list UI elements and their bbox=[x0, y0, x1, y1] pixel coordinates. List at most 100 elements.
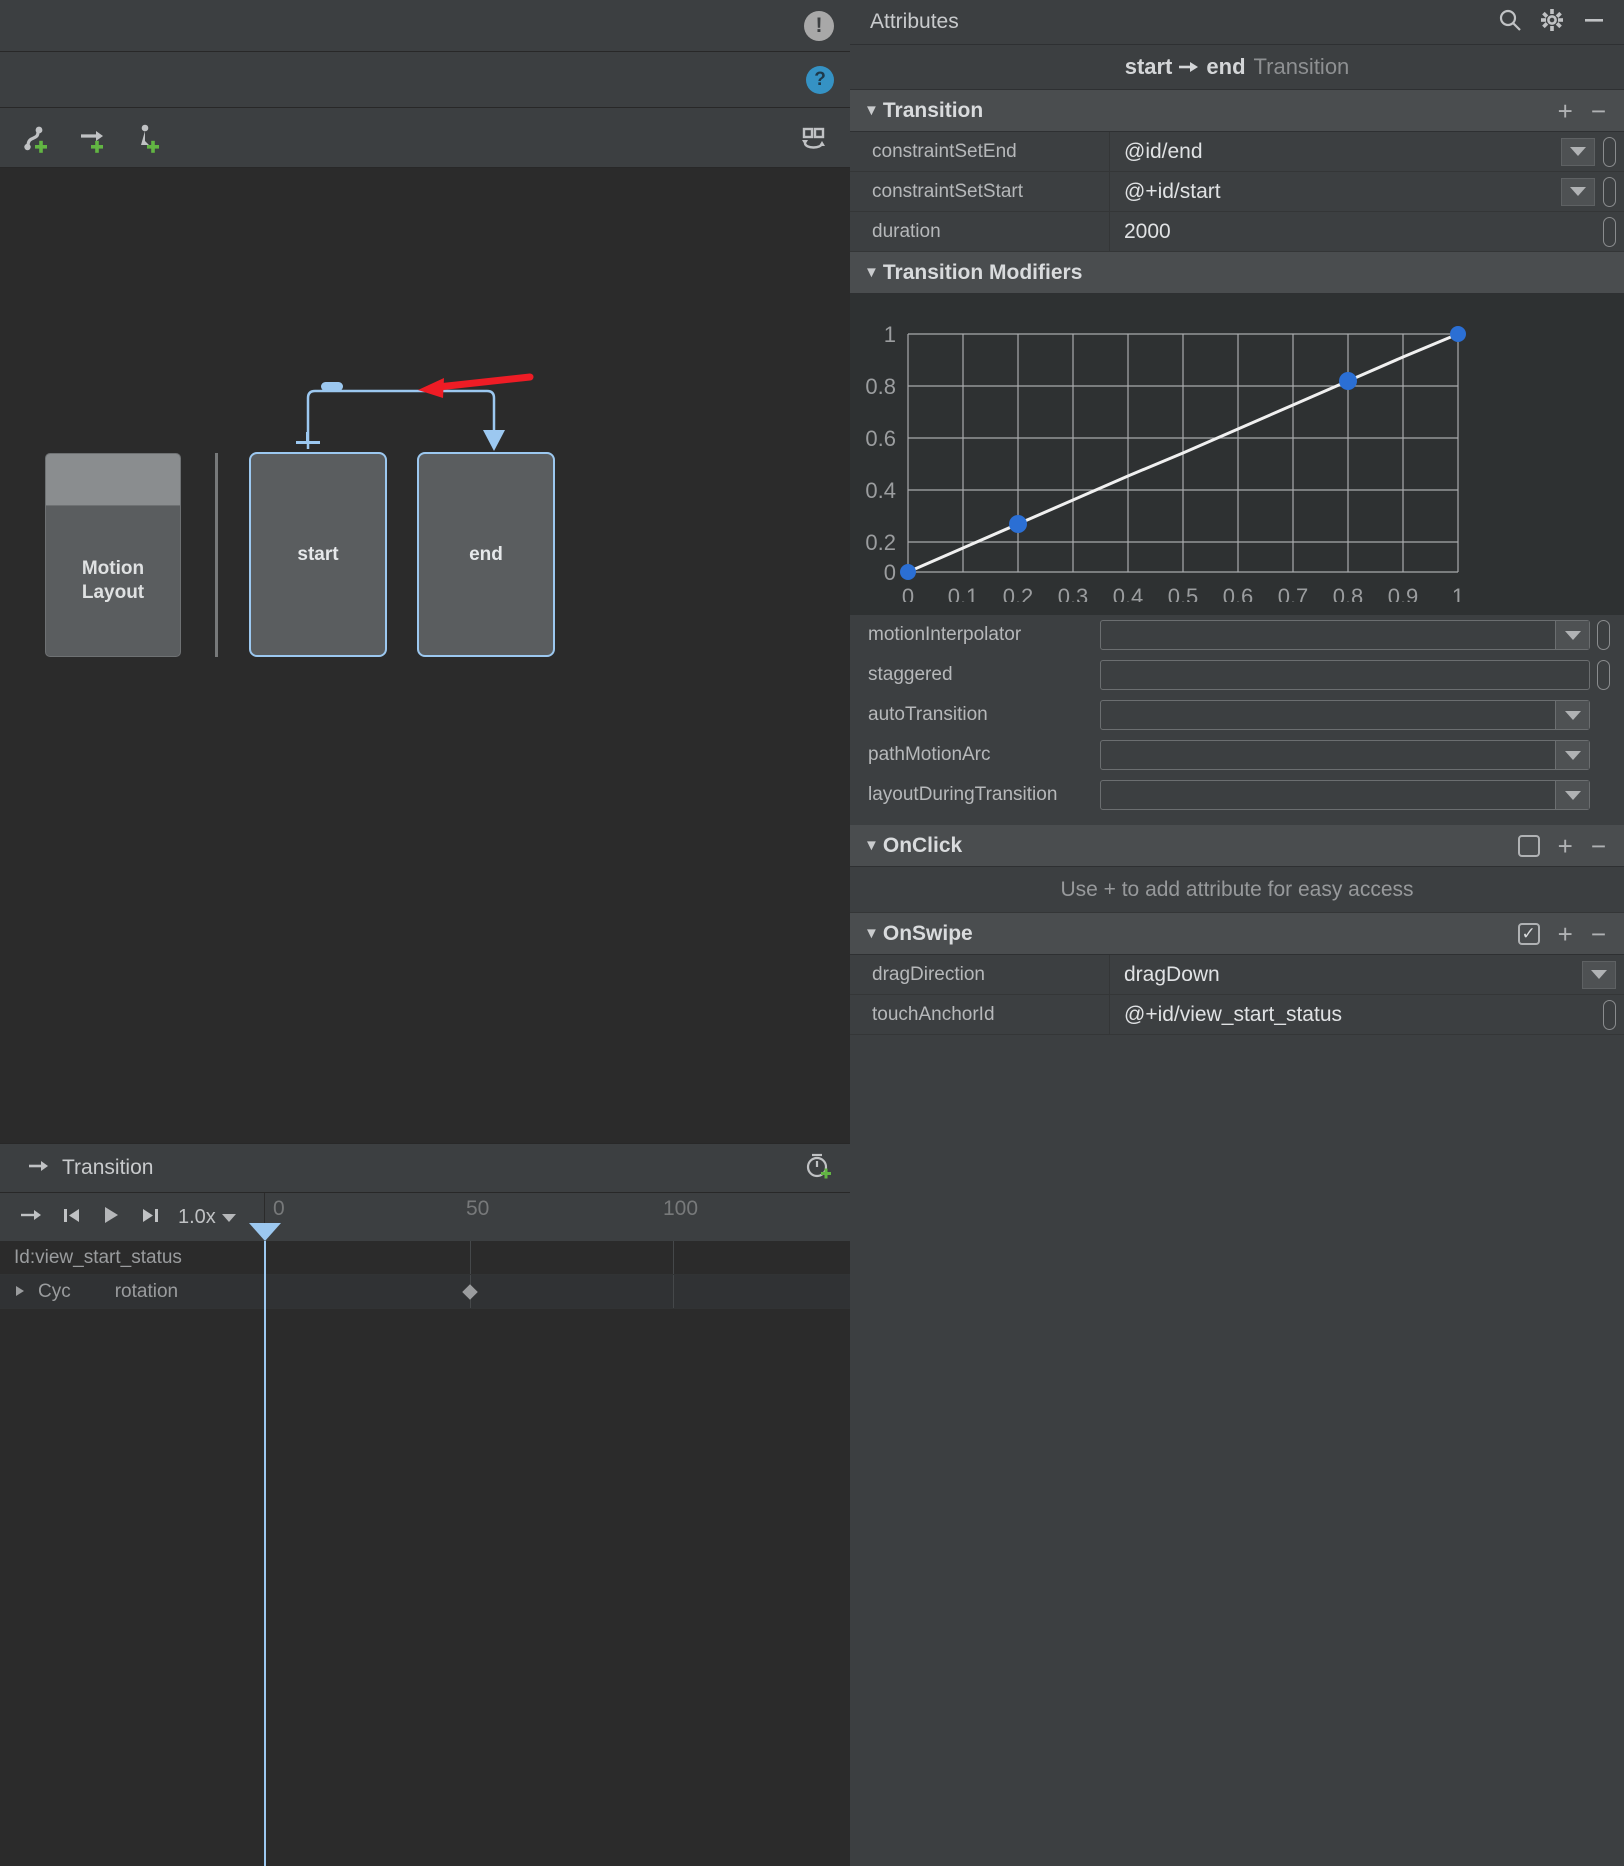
collapse-triangle-icon[interactable]: ▼ bbox=[864, 925, 879, 942]
add-keyframe-icon[interactable] bbox=[804, 1151, 834, 1186]
attribute-field-autoTransition[interactable]: autoTransition bbox=[850, 695, 1624, 735]
timeline-ruler[interactable]: 0 50 100 bbox=[265, 1193, 850, 1241]
attribute-input[interactable] bbox=[1100, 740, 1590, 770]
skip-next-icon[interactable] bbox=[140, 1205, 160, 1230]
attribute-value[interactable]: dragDown bbox=[1110, 955, 1582, 994]
playback-speed-selector[interactable]: 1.0x bbox=[178, 1206, 236, 1229]
attribute-indicator[interactable] bbox=[1603, 999, 1616, 1030]
attribute-value[interactable]: @id/end bbox=[1110, 132, 1561, 171]
constraint-set-end[interactable]: end bbox=[417, 452, 555, 657]
create-on-click-icon[interactable] bbox=[132, 121, 166, 155]
playback-speed-value: 1.0x bbox=[178, 1205, 216, 1228]
attribute-input[interactable] bbox=[1100, 700, 1590, 730]
playhead-handle[interactable] bbox=[249, 1223, 281, 1241]
attribute-row-touchAnchorId[interactable]: touchAnchorId @+id/view_start_status bbox=[850, 995, 1624, 1035]
attribute-row-constraintSetStart[interactable]: constraintSetStart @+id/start bbox=[850, 172, 1624, 212]
refresh-icon[interactable] bbox=[796, 121, 830, 155]
dropdown-button[interactable] bbox=[1555, 781, 1589, 809]
timeline-row-cyc-rotation[interactable]: Cyc rotation bbox=[0, 1275, 850, 1309]
attribute-row-constraintSetEnd[interactable]: constraintSetEnd @id/end bbox=[850, 132, 1624, 172]
dropdown-button[interactable] bbox=[1555, 701, 1589, 729]
control-point-2 bbox=[1339, 372, 1357, 390]
constraint-set-start[interactable]: start bbox=[249, 452, 387, 657]
section-header-transition[interactable]: ▼ Transition + − bbox=[850, 90, 1624, 132]
attribute-input[interactable] bbox=[1100, 620, 1590, 650]
timeline-row-attribute: rotation bbox=[114, 1280, 179, 1302]
create-constraint-set-icon[interactable] bbox=[20, 121, 54, 155]
attribute-row-duration[interactable]: duration 2000 bbox=[850, 212, 1624, 252]
play-icon[interactable] bbox=[100, 1204, 122, 1231]
attribute-value[interactable]: @+id/view_start_status bbox=[1110, 995, 1603, 1034]
timeline-row-track-cyc[interactable] bbox=[265, 1275, 850, 1308]
add-attribute-button-transition[interactable]: + bbox=[1558, 98, 1573, 124]
motion-canvas[interactable]: Motion Layout start end bbox=[0, 168, 850, 1143]
onclick-hint-text: Use + to add attribute for easy access bbox=[1060, 877, 1414, 901]
attribute-field-pathMotionArc[interactable]: pathMotionArc bbox=[850, 735, 1624, 775]
add-attribute-button-onclick[interactable]: + bbox=[1558, 833, 1573, 859]
attribute-indicator[interactable] bbox=[1603, 176, 1616, 207]
section-header-onswipe[interactable]: ▼ OnSwipe ✓ + − bbox=[850, 913, 1624, 955]
search-icon[interactable] bbox=[1498, 8, 1522, 37]
attribute-input[interactable] bbox=[1100, 660, 1590, 690]
attribute-field-layoutDuringTransition[interactable]: layoutDuringTransition bbox=[850, 775, 1624, 815]
collapse-triangle-icon[interactable]: ▼ bbox=[864, 102, 879, 119]
add-attribute-button-onswipe[interactable]: + bbox=[1558, 921, 1573, 947]
remove-attribute-button-transition[interactable]: − bbox=[1591, 98, 1606, 124]
svg-text:0.2: 0.2 bbox=[865, 530, 896, 555]
dropdown-button[interactable] bbox=[1555, 621, 1589, 649]
section-title-onclick: OnClick bbox=[882, 833, 963, 857]
attribute-key: constraintSetEnd bbox=[850, 132, 1110, 171]
warning-icon[interactable]: ! bbox=[804, 10, 834, 41]
interpolator-chart-svg[interactable]: 1 0.8 0.6 0.4 0.2 0 0 0.1 0.2 0.3 0.4 0.… bbox=[850, 312, 1624, 609]
svg-text:0.7: 0.7 bbox=[1278, 584, 1309, 602]
subtitle-suffix: Transition bbox=[1253, 54, 1350, 79]
svg-text:1: 1 bbox=[884, 322, 896, 347]
timeline-rows: Id:view_start_status Cyc rotation bbox=[0, 1223, 850, 1866]
create-transition-icon[interactable] bbox=[76, 121, 110, 155]
attribute-value[interactable]: @+id/start bbox=[1110, 172, 1561, 211]
motion-layout-label: Motion Layout bbox=[46, 506, 180, 656]
attribute-input[interactable] bbox=[1100, 780, 1590, 810]
expand-triangle-icon[interactable] bbox=[14, 1281, 26, 1303]
motion-editor-window: ! ? Motion Layout start end Transition 1… bbox=[0, 0, 1624, 1866]
transport-controls: 1.0x bbox=[0, 1193, 265, 1241]
remove-attribute-button-onclick[interactable]: − bbox=[1591, 833, 1606, 859]
dropdown-button[interactable] bbox=[1582, 960, 1616, 989]
svg-text:0: 0 bbox=[902, 584, 914, 602]
section-header-onclick[interactable]: ▼ OnClick + − bbox=[850, 825, 1624, 867]
minimize-icon[interactable] bbox=[1582, 8, 1606, 37]
gear-icon[interactable] bbox=[1540, 8, 1564, 37]
timeline-row-track[interactable] bbox=[265, 1241, 850, 1274]
chevron-down-icon bbox=[221, 1206, 236, 1229]
attribute-indicator[interactable] bbox=[1596, 660, 1610, 690]
section-header-transition-modifiers[interactable]: ▼ Transition Modifiers bbox=[850, 252, 1624, 294]
collapse-triangle-icon[interactable]: ▼ bbox=[864, 264, 879, 281]
svg-text:0.4: 0.4 bbox=[865, 478, 896, 503]
onclick-enable-checkbox[interactable] bbox=[1517, 834, 1540, 857]
motion-layout-preview[interactable]: Motion Layout bbox=[45, 453, 181, 657]
dropdown-button[interactable] bbox=[1561, 177, 1595, 206]
dropdown-button[interactable] bbox=[1561, 137, 1595, 166]
onswipe-enable-checkbox[interactable]: ✓ bbox=[1517, 922, 1540, 945]
interpolator-chart[interactable]: 1 0.8 0.6 0.4 0.2 0 0 0.1 0.2 0.3 0.4 0.… bbox=[850, 294, 1624, 615]
timeline-row-view-start-status[interactable]: Id:view_start_status bbox=[0, 1241, 850, 1275]
help-icon[interactable]: ? bbox=[806, 65, 834, 94]
attribute-indicator[interactable] bbox=[1596, 620, 1610, 650]
svg-text:0.6: 0.6 bbox=[865, 426, 896, 451]
loop-icon[interactable] bbox=[20, 1207, 44, 1228]
attribute-indicator[interactable] bbox=[1603, 136, 1616, 167]
remove-attribute-button-onswipe[interactable]: − bbox=[1591, 921, 1606, 947]
attribute-field-motionInterpolator[interactable]: motionInterpolator bbox=[850, 615, 1624, 655]
keyframe-marker[interactable] bbox=[462, 1284, 478, 1300]
attribute-key: pathMotionArc bbox=[868, 744, 991, 765]
attribute-indicator[interactable] bbox=[1603, 216, 1616, 247]
attribute-value[interactable]: 2000 bbox=[1110, 212, 1603, 251]
attribute-field-staggered[interactable]: staggered bbox=[850, 655, 1624, 695]
dropdown-button[interactable] bbox=[1555, 741, 1589, 769]
skip-previous-icon[interactable] bbox=[62, 1205, 82, 1230]
svg-text:0.5: 0.5 bbox=[1168, 584, 1199, 602]
attribute-row-dragDirection[interactable]: dragDirection dragDown bbox=[850, 955, 1624, 995]
attribute-key: motionInterpolator bbox=[868, 624, 1022, 645]
collapse-triangle-icon[interactable]: ▼ bbox=[864, 837, 879, 854]
help-strip: ? bbox=[0, 52, 850, 108]
